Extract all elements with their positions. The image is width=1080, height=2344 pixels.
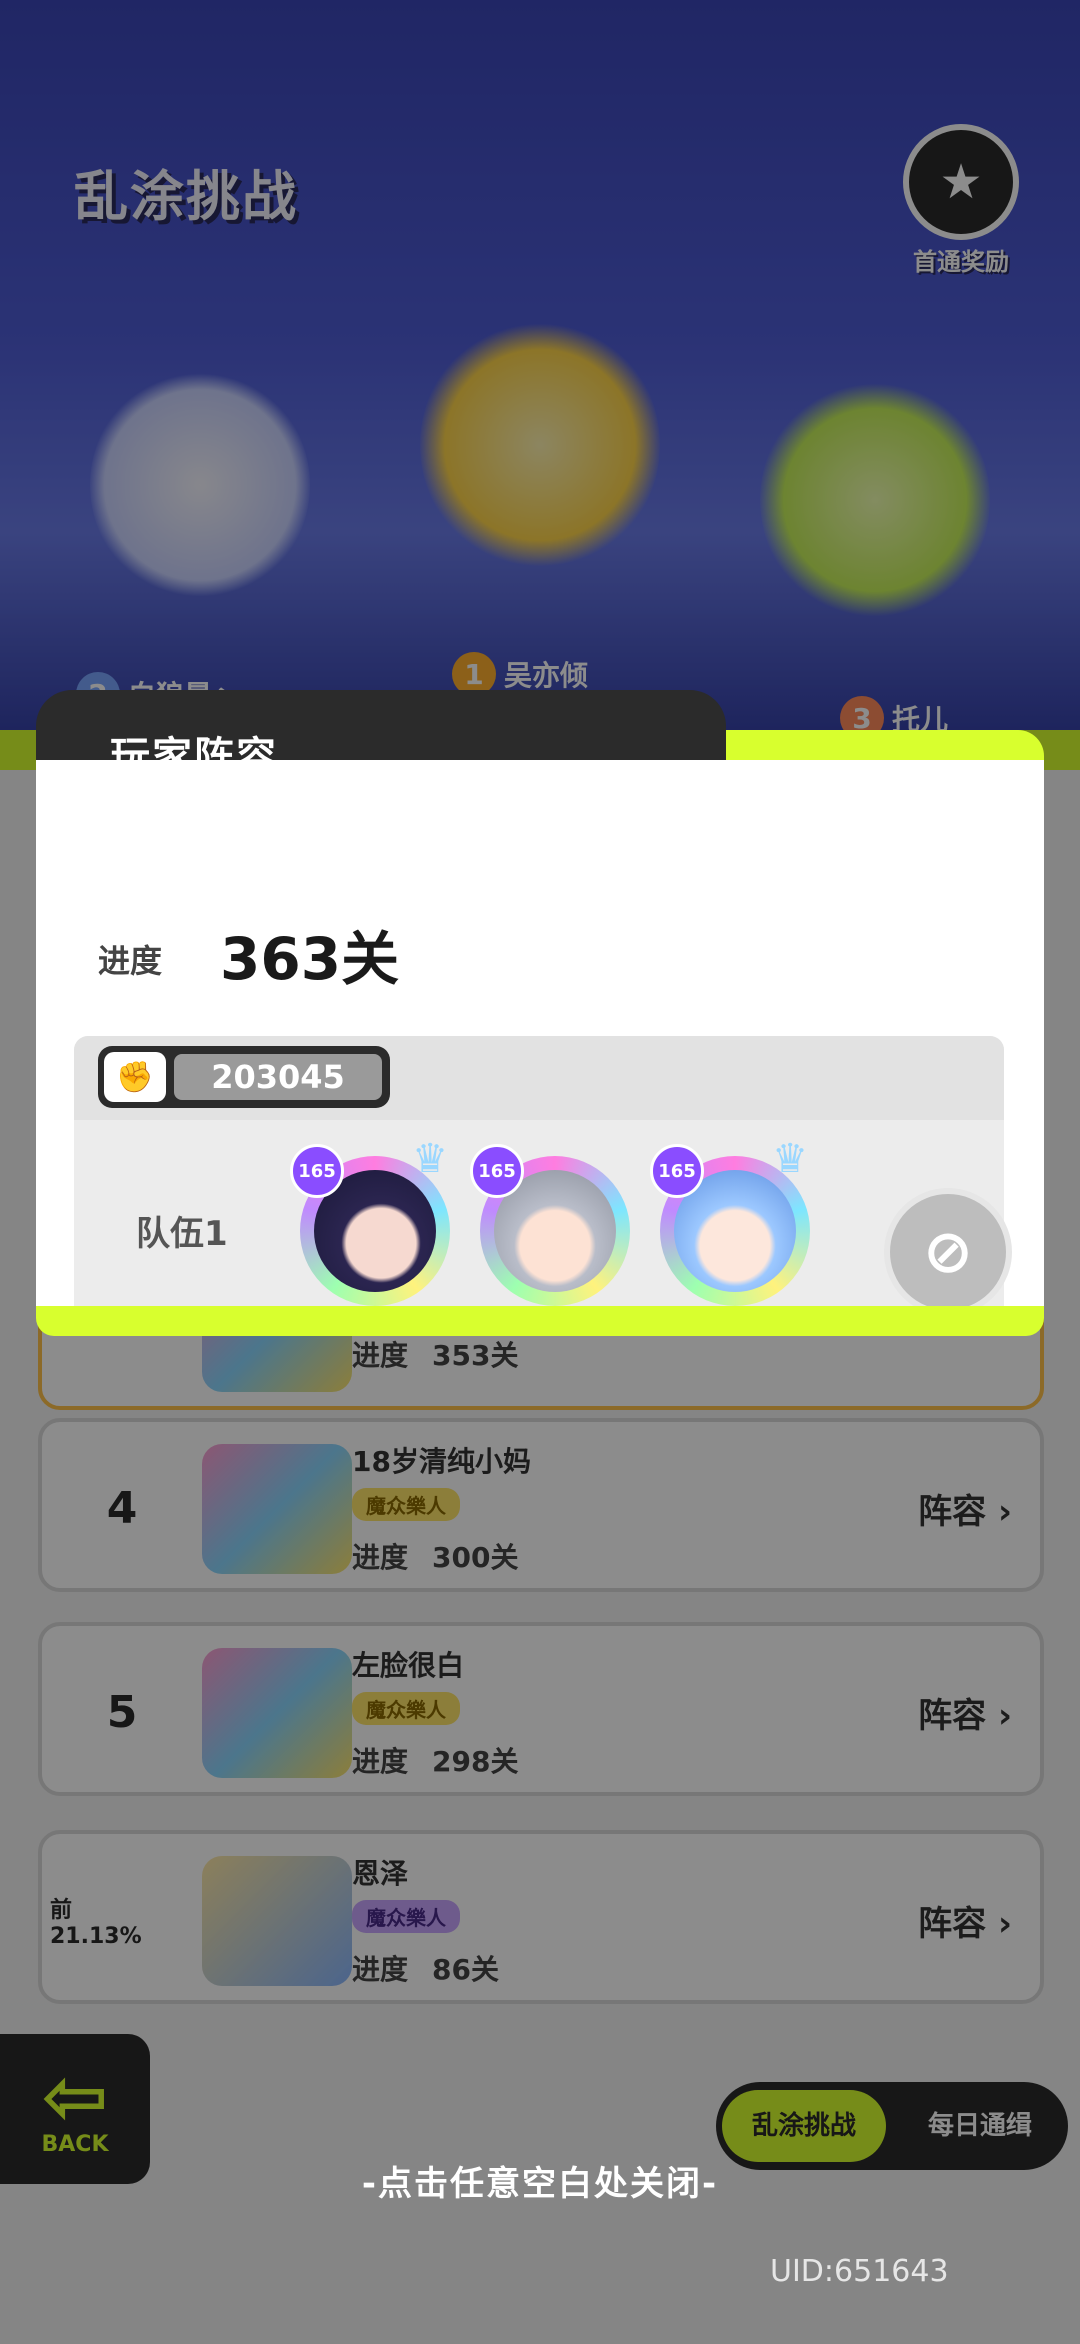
combat-power-value: 203045 [174, 1054, 382, 1100]
combat-power: ✊ 203045 [98, 1046, 390, 1108]
team-label: 队伍1 [136, 1214, 228, 1254]
hero-level: 165 [650, 1144, 704, 1198]
modal-accent-bottom [36, 1306, 1044, 1336]
crown-icon: ♛ [412, 1136, 448, 1182]
crown-icon: ♛ [772, 1136, 808, 1182]
close-hint[interactable]: -点击任意空白处关闭- [0, 2156, 1080, 2205]
progress-value: 363关 [220, 925, 400, 993]
user-id: UID:651643 [770, 2254, 949, 2289]
empty-hero-slot[interactable]: ⊘ [884, 1188, 1012, 1316]
team-panel: ✊ 203045 队伍1 165 ♛ 165 165 ♛ ⊘ [74, 1036, 1012, 1336]
modal-body: 进度 363关 ✊ 203045 队伍1 165 ♛ 165 165 ♛ ⊘ [36, 760, 1044, 1336]
hero-slot-3[interactable]: 165 ♛ [650, 1136, 814, 1308]
hero-slot-2[interactable]: 165 [470, 1144, 634, 1308]
hero-level: 165 [290, 1144, 344, 1198]
forbidden-icon: ⊘ [922, 1217, 974, 1287]
hero-level: 165 [470, 1144, 524, 1198]
fist-icon: ✊ [104, 1052, 166, 1102]
progress-label: 进度 [98, 942, 163, 980]
hero-slot-1[interactable]: 165 ♛ [290, 1136, 454, 1308]
player-lineup-modal: 玩家阵容 进度 363关 ✊ 203045 队伍1 165 ♛ 165 165 … [36, 690, 1044, 1336]
